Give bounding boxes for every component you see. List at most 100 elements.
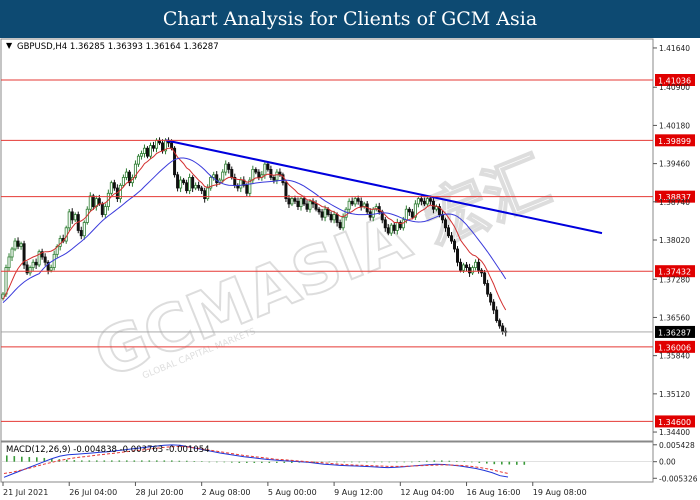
- candle-up: [275, 171, 279, 181]
- x-axis: 21 Jul 2021 26 Jul 04:00 28 Jul 20:00 2 Aug…: [2, 482, 587, 497]
- candle-up: [188, 177, 192, 192]
- candle-up: [308, 200, 312, 210]
- macd-header: MACD(12,26,9) -0.004838 -0.003763 -0.001…: [6, 445, 210, 455]
- candle-down: [446, 227, 450, 237]
- macd-histogram-bar: [193, 461, 196, 462]
- candle-up: [148, 145, 152, 157]
- candle-down: [317, 208, 321, 213]
- macd-histogram-bar: [381, 461, 383, 463]
- macd-histogram-bar: [396, 461, 398, 463]
- candle-down: [329, 214, 333, 221]
- macd-histogram-bar: [156, 460, 158, 462]
- macd-histogram-bar: [426, 460, 428, 462]
- candle-down: [335, 214, 339, 223]
- candle-down: [314, 203, 318, 210]
- macd-histogram-bar: [186, 460, 188, 462]
- macd-histogram-bar: [253, 461, 256, 463]
- price-tick-label: 1.40900: [659, 83, 690, 92]
- macd-histogram-bar: [501, 461, 503, 465]
- candle-down: [465, 264, 469, 268]
- macd-histogram-bar: [163, 460, 166, 462]
- macd-histogram-bar: [28, 457, 31, 462]
- price-tick-label: 1.36560: [659, 313, 690, 322]
- candle-up: [462, 264, 466, 271]
- candle-down: [407, 208, 411, 213]
- candle-down: [112, 182, 116, 189]
- macd-histogram-bar: [351, 461, 353, 463]
- macd-histogram-bar: [111, 460, 113, 462]
- candle-up: [299, 198, 303, 207]
- macd-histogram-bar: [133, 460, 136, 462]
- chart-banner-title: Chart Analysis for Clients of GCM Asia: [0, 0, 700, 38]
- macd-histogram-bar: [13, 456, 16, 462]
- candle-down: [16, 240, 20, 247]
- candle-down: [443, 219, 447, 229]
- macd-histogram-bar: [343, 461, 346, 463]
- candle-up: [471, 267, 475, 274]
- candle-down: [359, 200, 363, 207]
- candle-up: [109, 182, 113, 194]
- candle-up: [28, 267, 32, 274]
- candle-up: [395, 222, 399, 231]
- candle-down: [266, 163, 270, 170]
- candle-down: [269, 169, 273, 178]
- macd-histogram-bar: [66, 459, 68, 462]
- price-chart[interactable]: GCMASIA 宏汇 GLOBAL CAPITAL MARKETS 1.4103…: [0, 38, 700, 500]
- macd-histogram-bar: [223, 461, 226, 463]
- candle-up: [353, 198, 357, 205]
- candle-down: [456, 248, 460, 263]
- candle-up: [7, 256, 11, 268]
- macd-histogram-bar: [88, 460, 91, 462]
- ohlc-header: GBPUSD,H4 1.36285 1.36393 1.36164 1.3628…: [17, 42, 219, 52]
- candle-down: [197, 184, 201, 189]
- macd-tick-label: -0.005326: [659, 474, 698, 483]
- candle-up: [73, 214, 77, 221]
- candle-up: [82, 222, 86, 237]
- candle-up: [139, 153, 143, 157]
- candle-up: [49, 267, 53, 271]
- time-tick-label: 2 Aug 08:00: [202, 488, 251, 497]
- time-tick-label: 12 Aug 04:00: [400, 488, 454, 497]
- price-tick-label: 1.41640: [659, 44, 690, 53]
- price-tick-label: 1.37280: [659, 275, 690, 284]
- candle-down: [486, 283, 490, 295]
- candle-down: [489, 293, 493, 303]
- candle-up: [341, 216, 345, 229]
- macd-histogram-bar: [141, 460, 143, 462]
- candle-up: [371, 208, 375, 218]
- macd-histogram-bar: [238, 461, 241, 463]
- candle-up: [404, 208, 408, 221]
- candle-down: [227, 163, 231, 170]
- symbol-collapse-arrow[interactable]: ▼: [6, 41, 13, 50]
- price-tick-label: 1.35840: [659, 352, 690, 361]
- candle-up: [221, 171, 225, 181]
- candle-down: [151, 145, 155, 149]
- macd-tick-label: 0.005428: [659, 441, 695, 450]
- macd-histogram-bar: [403, 461, 406, 463]
- time-tick-label: 5 Aug 00:00: [268, 488, 317, 497]
- candle-up: [347, 200, 351, 210]
- macd-histogram-bar: [118, 460, 121, 462]
- candle-down: [245, 184, 249, 194]
- candle-down: [230, 169, 234, 178]
- candle-down: [70, 211, 74, 221]
- macd-histogram-bar: [523, 461, 526, 465]
- candle-up: [263, 163, 267, 176]
- candle-up: [416, 198, 420, 205]
- candle-up: [212, 174, 216, 178]
- candle-up: [31, 261, 35, 268]
- candle-down: [170, 142, 174, 149]
- macd-histogram-bar: [276, 461, 278, 463]
- macd-histogram-bar: [516, 461, 518, 465]
- macd-histogram-bar: [73, 460, 76, 462]
- macd-histogram-bar: [96, 460, 98, 462]
- macd-histogram-bar: [103, 460, 106, 462]
- candle-down: [356, 198, 360, 202]
- macd-histogram-bar: [81, 460, 83, 462]
- macd-histogram-bar: [178, 460, 181, 462]
- candle-down: [91, 195, 95, 207]
- time-tick-label: 21 Jul 2021: [3, 488, 48, 497]
- candle-down: [320, 211, 324, 218]
- candle-down: [293, 198, 297, 202]
- candle-up: [124, 171, 128, 178]
